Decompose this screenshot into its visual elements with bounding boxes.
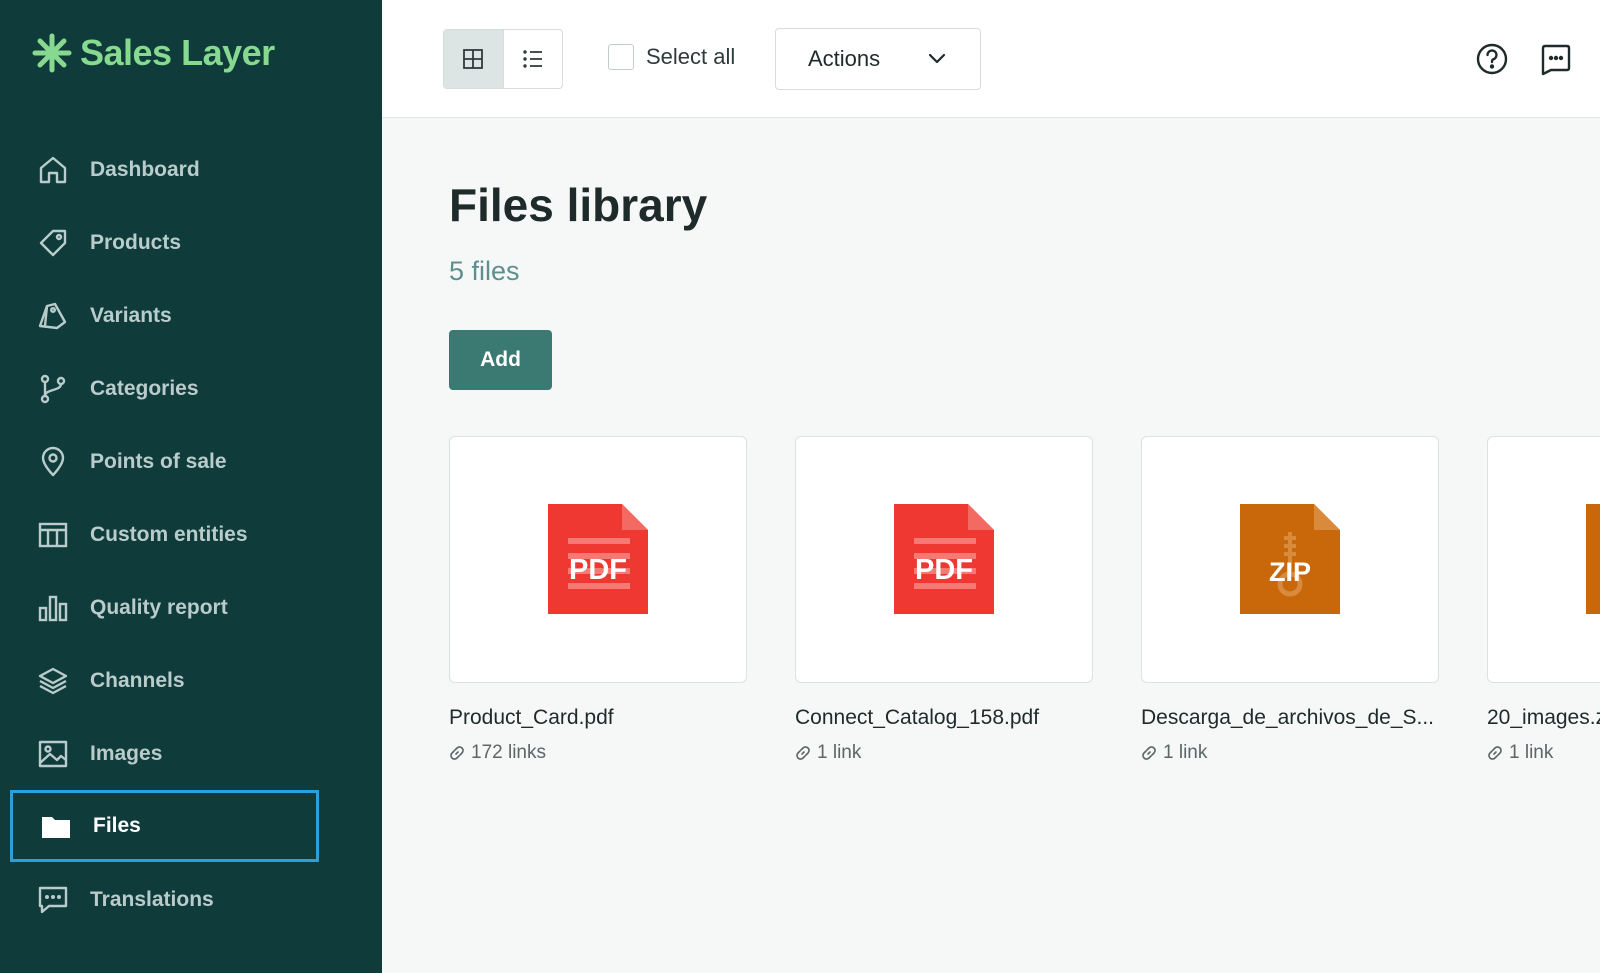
file-type-label: ZIP xyxy=(1269,557,1311,587)
tag-icon xyxy=(36,226,70,260)
image-icon xyxy=(36,737,70,771)
list-view-button[interactable] xyxy=(502,30,562,88)
asterisk-logo-icon xyxy=(32,33,72,73)
layers-icon xyxy=(36,664,70,698)
link-icon xyxy=(1488,746,1502,760)
sidebar-item-products[interactable]: Products xyxy=(10,207,319,279)
file-name[interactable]: 20_images.zip xyxy=(1487,706,1600,730)
chevron-down-icon xyxy=(928,53,946,64)
sidebar-item-quality-report[interactable]: Quality report xyxy=(10,572,319,644)
sidebar-item-label: Translations xyxy=(90,888,214,911)
sidebar-item-files[interactable]: Files xyxy=(10,790,319,862)
pdf-file-icon: PDF xyxy=(894,504,994,614)
grid-view-button[interactable] xyxy=(444,30,503,88)
sidebar-item-images[interactable]: Images xyxy=(10,718,319,790)
zip-file-icon: ZIP xyxy=(1240,504,1340,614)
sidebar-item-channels[interactable]: Channels xyxy=(10,645,319,717)
file-links[interactable]: 1 link xyxy=(1141,742,1207,764)
brand-logo[interactable]: Sales Layer xyxy=(32,32,275,74)
grid-icon xyxy=(463,49,484,69)
sidebar-item-label: Files xyxy=(93,814,141,837)
link-icon xyxy=(450,746,464,760)
view-toggle xyxy=(443,29,563,89)
page-title: Files library xyxy=(449,179,708,231)
sidebar-item-translations[interactable]: Translations xyxy=(10,864,319,936)
sidebar-item-dashboard[interactable]: Dashboard xyxy=(10,134,319,206)
brand-name: Sales Layer xyxy=(80,32,275,73)
file-card[interactable]: ZIP xyxy=(1141,436,1439,683)
file-links[interactable]: 172 links xyxy=(449,742,546,764)
file-links-count: 1 link xyxy=(817,742,862,763)
sidebar-item-custom-entities[interactable]: Custom entities xyxy=(10,499,319,571)
home-icon xyxy=(36,153,70,187)
folder-icon xyxy=(39,809,73,843)
sidebar-item-variants[interactable]: Variants xyxy=(10,280,319,352)
grid-columns-icon xyxy=(36,518,70,552)
sidebar: Sales Layer Dashboard Products Variants … xyxy=(0,0,382,973)
chat-bubble-icon xyxy=(36,883,70,917)
pdf-file-icon: PDF xyxy=(548,504,648,614)
sidebar-item-label: Dashboard xyxy=(90,158,200,181)
help-button[interactable] xyxy=(1475,42,1509,81)
location-pin-icon xyxy=(36,445,70,479)
file-type-label: PDF xyxy=(915,554,973,586)
top-toolbar: Select all Actions xyxy=(382,0,1600,118)
question-circle-icon xyxy=(1476,43,1508,75)
file-card[interactable]: PDF xyxy=(449,436,747,683)
link-icon xyxy=(1142,746,1156,760)
file-type-label: PDF xyxy=(569,554,627,586)
select-all-checkbox[interactable] xyxy=(608,44,634,70)
chat-icon xyxy=(1541,44,1571,76)
sidebar-item-points-of-sale[interactable]: Points of sale xyxy=(10,426,319,498)
tags-icon xyxy=(36,299,70,333)
sidebar-item-label: Quality report xyxy=(90,596,228,619)
sidebar-item-categories[interactable]: Categories xyxy=(10,353,319,425)
actions-dropdown[interactable]: Actions xyxy=(775,28,981,90)
zip-file-icon xyxy=(1586,504,1600,614)
sidebar-item-label: Products xyxy=(90,231,182,254)
list-icon xyxy=(523,50,542,68)
file-name[interactable]: Descarga_de_archivos_de_S... xyxy=(1141,706,1434,730)
file-name[interactable]: Product_Card.pdf xyxy=(449,706,614,730)
link-icon xyxy=(796,746,810,760)
file-card[interactable]: PDF xyxy=(795,436,1093,683)
file-links[interactable]: 1 link xyxy=(1487,742,1553,764)
select-all[interactable]: Select all xyxy=(608,44,735,70)
branch-icon xyxy=(36,372,70,406)
sidebar-item-label: Points of sale xyxy=(90,450,227,473)
select-all-label: Select all xyxy=(646,44,736,69)
file-links-count: 1 link xyxy=(1509,742,1554,763)
chat-button[interactable] xyxy=(1539,42,1573,81)
file-links-count: 172 links xyxy=(471,742,546,763)
file-name[interactable]: Connect_Catalog_158.pdf xyxy=(795,706,1039,730)
actions-label: Actions xyxy=(808,46,881,71)
file-links[interactable]: 1 link xyxy=(795,742,861,764)
add-button[interactable]: Add xyxy=(449,330,552,390)
sidebar-item-label: Channels xyxy=(90,669,185,692)
sidebar-item-label: Custom entities xyxy=(90,523,248,546)
file-links-count: 1 link xyxy=(1163,742,1208,763)
file-card[interactable] xyxy=(1487,436,1600,683)
bar-chart-icon xyxy=(36,591,70,625)
sidebar-item-label: Variants xyxy=(90,304,172,327)
sidebar-item-label: Images xyxy=(90,742,163,765)
file-count: 5 files xyxy=(449,256,520,286)
sidebar-item-label: Categories xyxy=(90,377,199,400)
